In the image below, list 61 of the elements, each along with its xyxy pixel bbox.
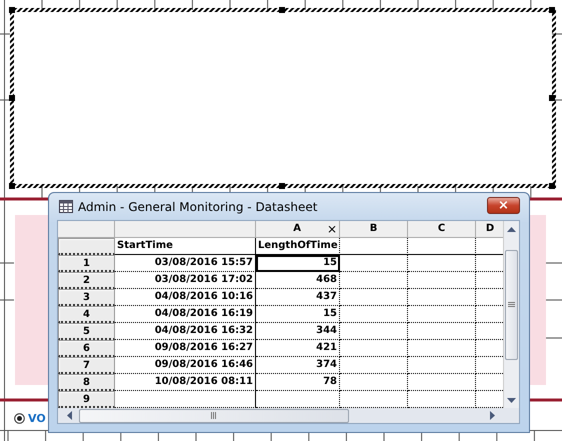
- corner-cell[interactable]: [58, 221, 115, 238]
- option-label: VO: [28, 412, 46, 425]
- column-header[interactable]: B: [340, 221, 408, 238]
- table-cell: 04/08/2016 16:32: [115, 323, 256, 340]
- table-cell: [340, 272, 408, 289]
- column-header[interactable]: D: [476, 221, 504, 238]
- row-selector[interactable]: 8: [58, 374, 115, 391]
- table-cell: [408, 340, 476, 357]
- row-selector[interactable]: 2: [58, 272, 115, 289]
- row-selector[interactable]: 4: [58, 306, 115, 323]
- table-cell: [408, 272, 476, 289]
- field-name: LengthOfTime: [256, 238, 340, 255]
- column-header[interactable]: A ×: [256, 221, 340, 238]
- table-cell: [340, 323, 408, 340]
- table-cell: 15: [256, 306, 340, 323]
- table-cell: 04/08/2016 16:19: [115, 306, 256, 323]
- close-button[interactable]: ×: [487, 197, 520, 214]
- table-cell: 78: [256, 374, 340, 391]
- table-cell: 04/08/2016 10:16: [115, 289, 256, 306]
- table-cell: 09/08/2016 16:27: [115, 340, 256, 357]
- table-cell: 03/08/2016 15:57: [115, 255, 256, 272]
- table-cell: [408, 289, 476, 306]
- table-cell: 03/08/2016 17:02: [115, 272, 256, 289]
- table-cell: [408, 255, 476, 272]
- scroll-down-icon[interactable]: [507, 397, 516, 405]
- table-cell: 10/08/2016 08:11: [115, 374, 256, 391]
- field-name: StartTime: [115, 238, 256, 255]
- scroll-up-icon[interactable]: [507, 225, 516, 233]
- row-selector[interactable]: 1: [58, 255, 115, 272]
- column-header[interactable]: C: [408, 221, 476, 238]
- table-cell: [340, 357, 408, 374]
- table-cell: 344: [256, 323, 340, 340]
- row-selector[interactable]: 9: [58, 391, 115, 408]
- table-cell: [408, 306, 476, 323]
- window-title: Admin - General Monitoring - Datasheet: [78, 200, 318, 214]
- table-cell: 468: [256, 272, 340, 289]
- row-selector[interactable]: 3: [58, 289, 115, 306]
- table-cell: 09/08/2016 16:46: [115, 357, 256, 374]
- row-selector[interactable]: [58, 238, 115, 255]
- row-selector[interactable]: 6: [58, 340, 115, 357]
- table-cell: [340, 306, 408, 323]
- table-cell: 421: [256, 340, 340, 357]
- table-cell: [408, 323, 476, 340]
- field-name: [340, 238, 408, 255]
- table-cell: [408, 374, 476, 391]
- radio-button[interactable]: [14, 413, 25, 424]
- scroll-thumb[interactable]: [79, 408, 349, 422]
- row-selector[interactable]: 5: [58, 323, 115, 340]
- datasheet-icon: [59, 200, 73, 213]
- table-cell: 374: [256, 357, 340, 374]
- table-cell: 437: [256, 289, 340, 306]
- scroll-right-icon[interactable]: [489, 411, 497, 420]
- table-cell: [340, 340, 408, 357]
- table-cell: 15: [256, 255, 340, 272]
- table-cell: [340, 374, 408, 391]
- table-cell: [340, 255, 408, 272]
- scroll-thumb[interactable]: [505, 250, 518, 360]
- table-cell: [340, 289, 408, 306]
- row-selector[interactable]: 7: [58, 357, 115, 374]
- table-cell: [408, 357, 476, 374]
- scroll-left-icon[interactable]: [65, 411, 73, 420]
